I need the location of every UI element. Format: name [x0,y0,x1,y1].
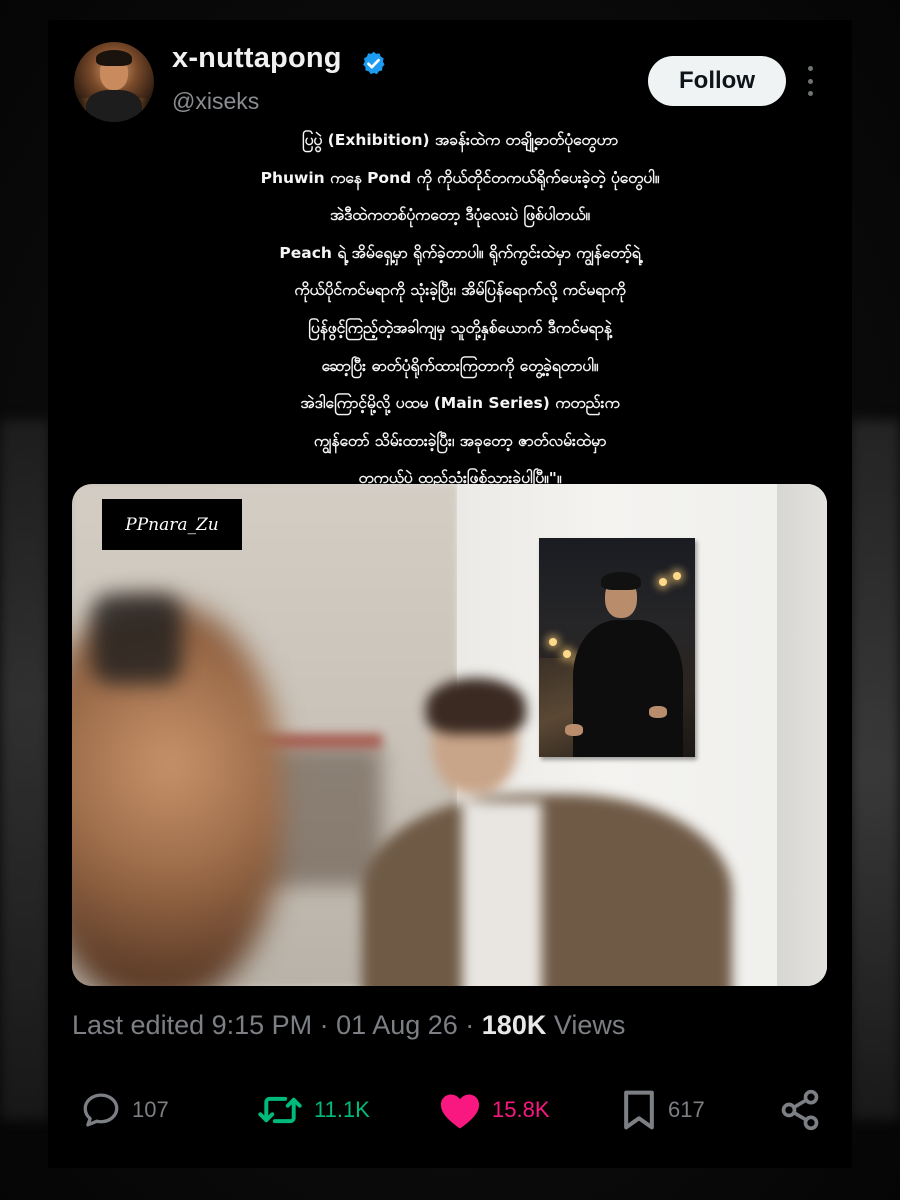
portrait-street-light [549,638,557,646]
action-bar: 107 11.1K 15.8K 617 [72,1082,832,1138]
post-text-line: ဆော့ပြီး ဓာတ်ပုံရိုက်ထားကြတာကို တွေ့ခဲ့ရ… [321,356,599,375]
views-count: 180K [481,1010,547,1040]
repost-count: 11.1K [314,1097,370,1122]
post-text-line: ပြပွဲ (Exhibition) အခန်းထဲက တချို့ဓာတ်ပု… [301,131,618,149]
avatar[interactable] [74,42,154,122]
photo-pillar [777,484,827,986]
reply-icon [83,1093,119,1127]
post-text-line: ကိုယ်ပိုင်ကင်မရာကို သုံးခဲ့ပြီး၊ အိမ်ပြန… [294,281,626,300]
post-metadata: Last edited 9:15 PM · 01 Aug 26 · 180K V… [72,1010,625,1041]
more-vertical-icon[interactable] [800,66,820,96]
avatar-hair [96,50,132,66]
bookmark-count: 617 [668,1097,705,1122]
repost-button[interactable]: 11.1K [256,1082,370,1138]
photo-blurred-person [362,678,752,986]
post-text-line: Phuwin ကနေ Pond ကို ကိုယ်တိုင်တကယ်ရိုက်ပ… [260,168,660,187]
like-button[interactable]: 15.8K [438,1082,550,1138]
share-icon [781,1089,819,1131]
reply-button[interactable]: 107 [80,1082,169,1138]
meta-separator: · [457,1010,482,1040]
edited-timestamp[interactable]: Last edited 9:15 PM [72,1010,312,1040]
post-date[interactable]: 01 Aug 26 [336,1010,458,1040]
verified-badge-icon [363,51,385,75]
photo-foreground-camera [92,594,182,684]
user-handle[interactable]: @xiseks [172,88,259,115]
portrait-street-light [673,572,681,580]
post-text-line: ပြန်ဖွင့်ကြည့်တဲ့အခါကျမှ သူတို့နှစ်ယောက်… [308,318,612,337]
like-count: 15.8K [492,1097,550,1122]
bookmark-button[interactable]: 617 [620,1082,705,1138]
portrait-street-light [659,578,667,586]
share-button[interactable] [778,1082,822,1138]
heart-icon [440,1094,480,1129]
post-text-line: Peach ရဲ့ အိမ်ရှေ့မှာ ရိုက်ခဲ့တာပါ။ ရိုက… [279,243,641,262]
person-shirt [462,802,542,986]
avatar-body [86,90,142,122]
blurred-background-right [850,420,900,1120]
repost-icon [258,1096,302,1124]
bookmark-icon [624,1090,654,1130]
follow-button[interactable]: Follow [648,56,786,106]
person-jacket [362,794,732,986]
portrait-hair [601,572,641,590]
person-hair [426,678,526,734]
meta-separator: · [312,1010,337,1040]
blurred-background-left [0,420,50,1120]
post-photo[interactable]: PPnara_Zu [72,484,827,986]
views-label: Views [546,1010,626,1040]
post-text-line: အဲဒါကြောင့်မို့လို့ ပထမ (Main Series) ကတ… [300,394,620,413]
reply-count: 107 [132,1097,169,1122]
portrait-street-light [563,650,571,658]
post-text-line: အဲဒီထဲကတစ်ပုံကတော့ ဒီပုံလေးပဲ ဖြစ်ပါတယ်။ [329,206,591,225]
display-name[interactable]: x-nuttapong [172,42,342,75]
post-text: ပြပွဲ (Exhibition) အခန်းထဲက တချို့ဓာတ်ပု… [150,122,770,498]
post-text-line: ကျွန်တော် သိမ်းထားခဲ့ပြီး၊ အခုတော့ ဇာတ်လ… [313,431,607,450]
photo-watermark: PPnara_Zu [102,499,242,550]
